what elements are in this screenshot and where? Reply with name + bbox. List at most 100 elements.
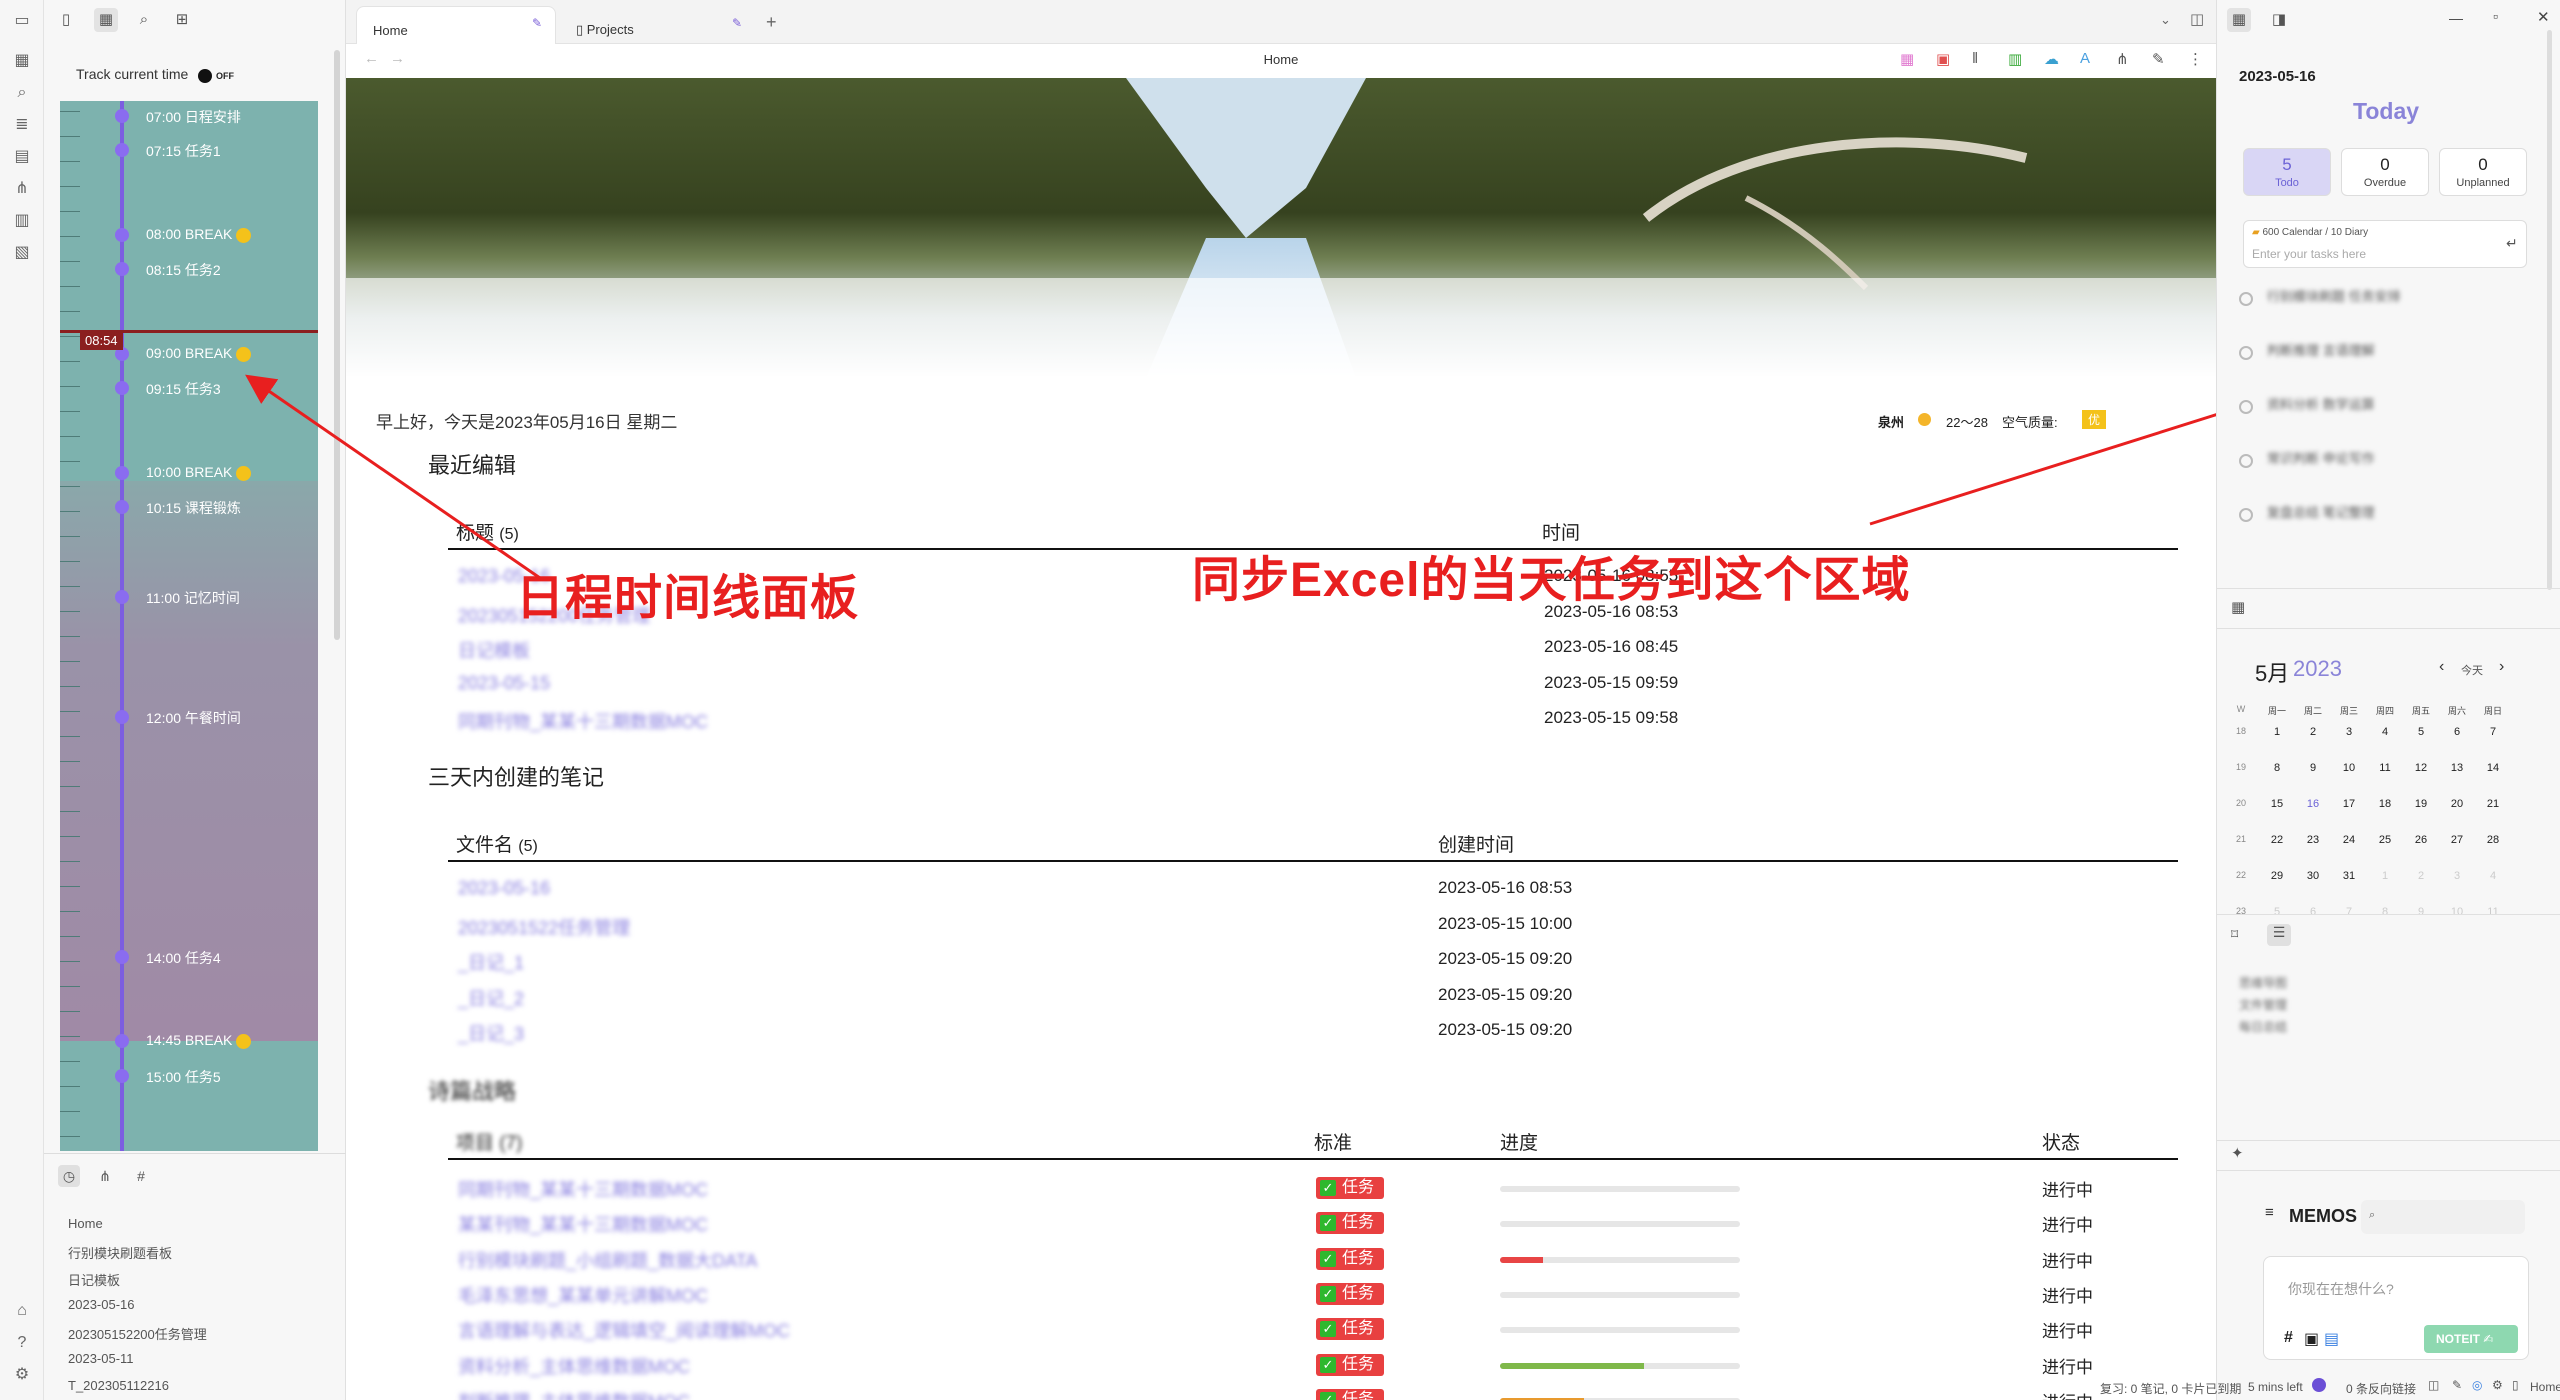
stat-overdue[interactable]: 0 Overdue: [2341, 148, 2429, 196]
tag-icon[interactable]: #: [2284, 1329, 2293, 1347]
note-tab-icon[interactable]: ◨: [2267, 8, 2291, 32]
recent-note-link[interactable]: 同期刊物_某某十三期数据MOC: [458, 708, 708, 734]
calendar-day[interactable]: 6: [2295, 906, 2331, 918]
calendar-day[interactable]: 9: [2295, 762, 2331, 774]
timeline-tab-icon[interactable]: ▦: [94, 8, 118, 32]
calendar-day[interactable]: 22: [2259, 834, 2295, 846]
calendar-day[interactable]: 4: [2475, 870, 2511, 882]
timeline-event[interactable]: 08:00 BREAK: [146, 226, 252, 243]
calendar-day[interactable]: 27: [2439, 834, 2475, 846]
calendar-day[interactable]: 21: [2475, 798, 2511, 810]
task-checkbox[interactable]: [2239, 454, 2253, 468]
recent-file-item[interactable]: Home: [68, 1216, 103, 1231]
calendar-day[interactable]: 25: [2367, 834, 2403, 846]
recent-file-item[interactable]: 2023-05-11: [68, 1351, 134, 1366]
task-tag[interactable]: ✓ 任务: [1316, 1388, 1384, 1400]
calendar-day[interactable]: 3: [2331, 726, 2367, 738]
tab-projects[interactable]: ▯ Projects: [560, 6, 760, 44]
edit-icon[interactable]: ✎: [2152, 50, 2165, 68]
timeline-event[interactable]: 12:00 午餐时间: [146, 708, 241, 728]
calendar-day[interactable]: 4: [2367, 726, 2403, 738]
more-options-icon[interactable]: ⋮: [2188, 50, 2203, 68]
memo-editor[interactable]: 你现在在想什么? # ▣ ▤ NOTEIT ✍: [2263, 1256, 2529, 1360]
timeline-event-dot[interactable]: [115, 143, 129, 157]
list-icon[interactable]: ≣: [11, 114, 33, 136]
calendar-day[interactable]: 8: [2367, 906, 2403, 918]
calendar-view-icon[interactable]: ▦: [2231, 598, 2245, 616]
timeline-event[interactable]: 07:00 日程安排: [146, 107, 241, 127]
task-checkbox[interactable]: [2239, 346, 2253, 360]
calendar-day[interactable]: 1: [2259, 726, 2295, 738]
timeline-event[interactable]: 07:15 任务1: [146, 141, 221, 161]
calendar-day[interactable]: 29: [2259, 870, 2295, 882]
timeline-event[interactable]: 15:00 任务5: [146, 1067, 221, 1087]
calendar-day[interactable]: 30: [2295, 870, 2331, 882]
recent-note-link[interactable]: 2023-05-15: [458, 673, 550, 694]
created-note-link[interactable]: _日记_3: [458, 1020, 524, 1046]
timeline-event[interactable]: 09:15 任务3: [146, 379, 221, 399]
noteit-button[interactable]: NOTEIT ✍: [2424, 1325, 2518, 1353]
tasks-scrollbar[interactable]: [2547, 30, 2552, 590]
files-tab-icon[interactable]: ▯: [54, 8, 78, 32]
task-checkbox[interactable]: [2239, 400, 2253, 414]
created-note-link[interactable]: 2023051522任务管理: [458, 914, 630, 940]
word-count-icon[interactable]: ✎: [2452, 1378, 2462, 1392]
today-button[interactable]: 今天: [2461, 662, 2483, 678]
task-checkbox[interactable]: [2239, 508, 2253, 522]
calendar-day[interactable]: 14: [2475, 762, 2511, 774]
timeline-event-dot[interactable]: [115, 1034, 129, 1048]
calendar-day[interactable]: 17: [2331, 798, 2367, 810]
tags-icon[interactable]: #: [130, 1165, 152, 1187]
help-icon[interactable]: ?: [11, 1332, 33, 1354]
sync-icon[interactable]: ◎: [2472, 1378, 2482, 1392]
outline-item[interactable]: 每日总结: [2239, 1018, 2287, 1035]
calendar-day[interactable]: 15: [2259, 798, 2295, 810]
timeline-event-dot[interactable]: [115, 466, 129, 480]
grid-icon[interactable]: ▤: [11, 146, 33, 168]
minimize-icon[interactable]: —: [2449, 10, 2463, 26]
enter-icon[interactable]: ↵: [2506, 235, 2518, 252]
calendar-day[interactable]: 10: [2439, 906, 2475, 918]
calendar-day[interactable]: 7: [2475, 726, 2511, 738]
project-link[interactable]: 同期刊物_某某十三期数据MOC: [458, 1176, 708, 1202]
timeline-event-dot[interactable]: [115, 950, 129, 964]
track-toggle[interactable]: [198, 69, 212, 83]
task-tag[interactable]: ✓ 任务: [1316, 1353, 1384, 1376]
graph-tab-icon[interactable]: ⋔: [94, 1165, 116, 1187]
sidebar-toggle-icon[interactable]: ▭: [11, 10, 33, 32]
timeline-event-dot[interactable]: [115, 228, 129, 242]
recent-file-item[interactable]: 202305152200任务管理: [68, 1324, 207, 1343]
calendar-day[interactable]: 5: [2259, 906, 2295, 918]
reading-icon[interactable]: ◫: [2428, 1378, 2439, 1392]
timeline-event-dot[interactable]: [115, 500, 129, 514]
calendar-icon[interactable]: ▦: [11, 50, 33, 72]
cloud-icon[interactable]: ☁: [2044, 50, 2059, 68]
created-note-link[interactable]: _日记_2: [458, 985, 524, 1011]
task-tag[interactable]: ✓ 任务: [1316, 1318, 1384, 1341]
task-tag[interactable]: ✓ 任务: [1316, 1282, 1384, 1305]
recent-clock-icon[interactable]: ◷: [58, 1165, 80, 1187]
columns-icon[interactable]: ‖: [1972, 50, 1978, 67]
prev-month-icon[interactable]: ‹: [2439, 658, 2444, 676]
maximize-icon[interactable]: ▫: [2493, 8, 2498, 24]
task-checkbox[interactable]: [2239, 292, 2253, 306]
calendar-day[interactable]: 2: [2403, 870, 2439, 882]
list-icon[interactable]: ▤: [2324, 1329, 2339, 1349]
calendar-day[interactable]: 23: [2295, 834, 2331, 846]
calendar-plugin-icon[interactable]: ▦: [1900, 50, 1914, 68]
created-note-link[interactable]: 2023-05-16: [458, 878, 550, 899]
timeline-event-dot[interactable]: [115, 109, 129, 123]
calendar-day[interactable]: 18: [2367, 798, 2403, 810]
project-link[interactable]: 资料分析_主体思维数据MOC: [458, 1353, 690, 1379]
task-input-box[interactable]: ▰ 600 Calendar / 10 Diary Enter your tas…: [2243, 220, 2527, 268]
project-link[interactable]: 判断推理_主体思维数据MOC: [458, 1388, 690, 1400]
timeline-event-dot[interactable]: [115, 590, 129, 604]
settings-icon[interactable]: ⚙: [11, 1364, 33, 1386]
text-color-icon[interactable]: A: [2080, 50, 2090, 67]
outline-icon[interactable]: ☰: [2267, 924, 2291, 946]
calendar-day[interactable]: 16: [2295, 798, 2331, 810]
timeline-event-dot[interactable]: [115, 381, 129, 395]
calendar-day[interactable]: 31: [2331, 870, 2367, 882]
stat-todo[interactable]: 5 Todo: [2243, 148, 2331, 196]
chevron-down-icon[interactable]: ⌄: [2160, 12, 2171, 28]
